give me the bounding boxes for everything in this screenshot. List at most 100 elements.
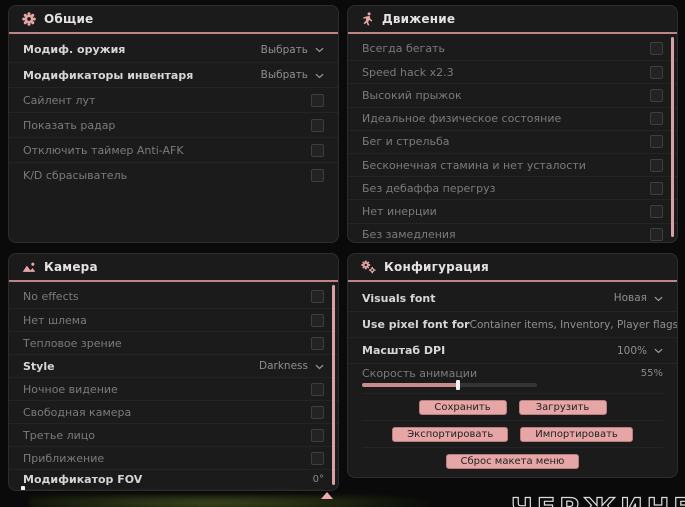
- row-checkbox[interactable]: Бег и стрельба: [348, 129, 677, 153]
- checkbox[interactable]: [311, 313, 324, 327]
- row-checkbox[interactable]: Нет инерции: [348, 199, 677, 222]
- checkbox[interactable]: [650, 158, 663, 172]
- button-row: Сохранить Загрузить: [362, 393, 663, 420]
- row-checkbox[interactable]: Без дебаффа перегруз: [348, 176, 677, 199]
- dropdown[interactable]: Выбрать: [261, 69, 324, 81]
- row-dropdown: Модификаторы инвентаря Выбрать: [9, 62, 338, 87]
- row-checkbox[interactable]: K/D сбрасыватель: [9, 162, 338, 187]
- action-button[interactable]: Импортировать: [520, 426, 633, 442]
- dropdown[interactable]: Новая: [614, 292, 663, 304]
- row-checkbox[interactable]: Третье лицо: [9, 423, 338, 446]
- checkbox[interactable]: [311, 290, 324, 303]
- row-checkbox[interactable]: Свободная камера: [9, 400, 338, 423]
- chevron-down-icon: [315, 47, 324, 53]
- slider-track[interactable]: [21, 486, 324, 490]
- checkbox[interactable]: [650, 88, 663, 102]
- action-button[interactable]: Сброс макета меню: [445, 453, 580, 469]
- chevron-down-icon: [654, 348, 663, 354]
- row-label: Свободная камера: [23, 405, 132, 419]
- button-row: Сброс макета меню: [362, 447, 663, 474]
- row-slider: Модификатор FOV 0°: [9, 469, 338, 490]
- checkbox[interactable]: [311, 451, 324, 465]
- checkbox[interactable]: [650, 112, 663, 126]
- checkbox[interactable]: [650, 42, 663, 56]
- action-button[interactable]: Экспортировать: [392, 426, 509, 442]
- trainer-menu-screen: Общие Модиф. оружия Выбрать Модификаторы и…: [0, 0, 685, 507]
- row-label: Модиф. оружия: [23, 43, 126, 56]
- checkbox[interactable]: [311, 143, 324, 157]
- slider-handle[interactable]: [456, 380, 461, 390]
- dropdown-value: Выбрать: [260, 43, 308, 56]
- scrollbar[interactable]: [332, 285, 335, 485]
- checkbox[interactable]: [650, 204, 663, 218]
- dropdown[interactable]: Darkness: [259, 360, 324, 372]
- slider-value: 0°: [312, 474, 324, 485]
- row-label: Приближение: [23, 451, 105, 465]
- checkbox[interactable]: [311, 405, 324, 419]
- row-label: Нет шлема: [23, 313, 87, 327]
- scrollbar[interactable]: [671, 37, 674, 237]
- dropdown[interactable]: Container items, Inventory, Player flags…: [469, 318, 678, 331]
- checkbox[interactable]: [650, 228, 663, 242]
- row-label: Показать радар: [23, 118, 116, 132]
- button-row: Экспортировать Импортировать: [362, 420, 663, 447]
- dropdown-value: 100%: [616, 344, 647, 357]
- row-label: Бесконечная стамина и нет усталости: [362, 158, 586, 172]
- checkbox[interactable]: [311, 93, 324, 107]
- checkbox[interactable]: [311, 382, 324, 396]
- panel-general-header[interactable]: Общие: [9, 6, 338, 34]
- action-button[interactable]: Сохранить: [418, 399, 507, 415]
- checkbox[interactable]: [311, 168, 324, 182]
- chevron-down-icon: [654, 296, 663, 302]
- panel-title: Движение: [382, 12, 456, 26]
- checkbox[interactable]: [650, 135, 663, 149]
- panel-camera-rows: No effects Нет шлема Тепловое зрение Style D…: [9, 282, 338, 490]
- row-label: Модификатор FOV: [23, 473, 143, 486]
- dropdown-value: Container items, Inventory, Player flags…: [469, 318, 678, 331]
- row-label: K/D сбрасыватель: [23, 168, 128, 182]
- checkbox[interactable]: [311, 428, 324, 442]
- row-checkbox[interactable]: Сайлент лут: [9, 87, 338, 112]
- panel-config-rows: Visuals font Новая Use pixel font for Conta…: [348, 282, 677, 393]
- row-checkbox[interactable]: Высокий прыжок: [348, 83, 677, 106]
- row-checkbox[interactable]: Без замедления: [348, 222, 677, 243]
- checkbox[interactable]: [650, 181, 663, 195]
- slider-value: 55%: [640, 368, 663, 379]
- row-dropdown: Use pixel font for Container items, Inven…: [348, 311, 677, 337]
- row-checkbox[interactable]: Приближение: [9, 446, 338, 469]
- runner-icon: [361, 12, 374, 26]
- checkbox[interactable]: [311, 118, 324, 132]
- panel-camera-header[interactable]: Камера: [9, 254, 338, 282]
- slider-track[interactable]: [362, 380, 537, 390]
- gears-icon: [361, 260, 376, 274]
- panel-config-header[interactable]: Конфигурация: [348, 254, 677, 282]
- dropdown[interactable]: Выбрать: [261, 44, 324, 56]
- dropdown[interactable]: 100%: [617, 345, 663, 357]
- row-label: Speed hack x2.3: [362, 65, 454, 79]
- panel-movement: Движение Всегда бегать Speed hack x2.3 Выс…: [347, 5, 678, 243]
- checkbox[interactable]: [650, 65, 663, 79]
- dropdown-value: Новая: [613, 292, 647, 304]
- row-label: Масштаб DPI: [362, 344, 446, 357]
- checkbox[interactable]: [311, 336, 324, 350]
- watermark-text: ЧЕРЖИНЕ: [510, 492, 685, 507]
- action-button[interactable]: Загрузить: [518, 399, 607, 415]
- row-checkbox[interactable]: Отключить таймер Anti-AFK: [9, 137, 338, 162]
- panel-general-rows: Модиф. оружия Выбрать Модификаторы инвента…: [9, 34, 338, 187]
- row-checkbox[interactable]: Нет шлема: [9, 308, 338, 331]
- row-checkbox[interactable]: Всегда бегать: [348, 37, 677, 60]
- chevron-down-icon: [315, 73, 324, 79]
- row-checkbox[interactable]: Тепловое зрение: [9, 331, 338, 354]
- row-checkbox[interactable]: Бесконечная стамина и нет усталости: [348, 152, 677, 176]
- row-dropdown: Модиф. оружия Выбрать: [9, 37, 338, 62]
- row-checkbox[interactable]: Показать радар: [9, 112, 338, 137]
- panel-movement-header[interactable]: Движение: [348, 6, 677, 34]
- row-label: No effects: [23, 290, 79, 303]
- row-checkbox[interactable]: Speed hack x2.3: [348, 60, 677, 83]
- row-checkbox[interactable]: Идеальное физическое состояние: [348, 106, 677, 130]
- row-checkbox[interactable]: Ночное видение: [9, 377, 338, 400]
- row-label: Бег и стрельба: [362, 135, 450, 149]
- slider-handle[interactable]: [21, 486, 25, 490]
- row-checkbox[interactable]: No effects: [9, 285, 338, 308]
- row-label: Высокий прыжок: [362, 88, 462, 102]
